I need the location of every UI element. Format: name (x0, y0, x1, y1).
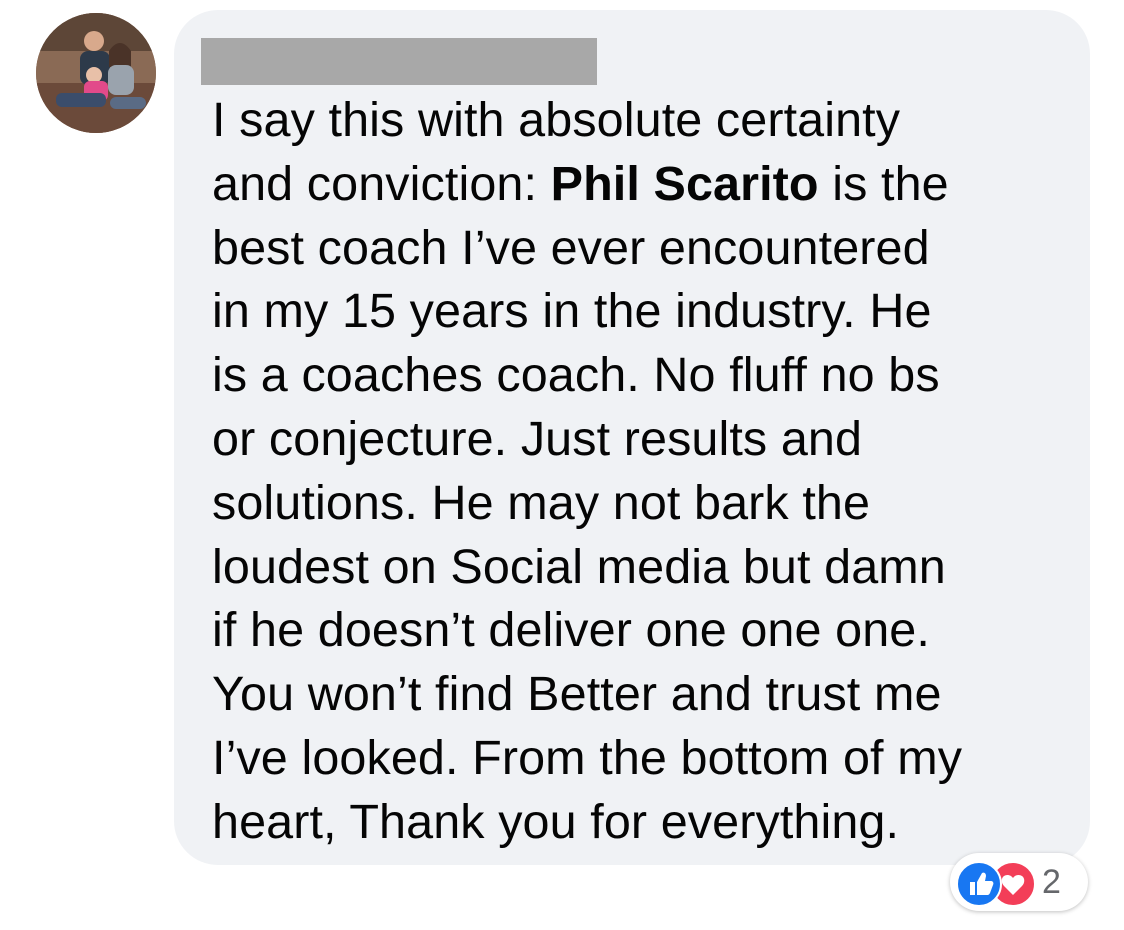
avatar-photo (36, 13, 156, 133)
comment-line: and conviction: Phil Scarito is the (212, 153, 1072, 217)
comment-line-text: if he doesn’t deliver one one one. (212, 603, 930, 658)
comment-line-text: is the (818, 156, 949, 211)
reactions-summary[interactable]: 2 (950, 853, 1088, 911)
comment-bubble: I say this with absolute certainty and co… (174, 10, 1090, 865)
comment-line-text: You won’t find Better and trust me (212, 667, 942, 722)
comment-line-text: loudest on Social media but damn (212, 539, 946, 594)
comment-line: You won’t find Better and trust me (212, 663, 1072, 727)
comment-line: solutions. He may not bark the (212, 472, 1072, 536)
reaction-count: 2 (1042, 863, 1061, 901)
mention-link[interactable]: Phil Scarito (551, 157, 819, 211)
comment-line-text: is a coaches coach. No fluff no bs (212, 348, 940, 403)
comment-line-text: best coach I’ve ever encountered (212, 220, 930, 275)
comment-line-text: or conjecture. Just results and (212, 411, 863, 466)
comment-line: I say this with absolute certainty (212, 89, 1072, 153)
comment-line: is a coaches coach. No fluff no bs (212, 344, 1072, 408)
comment-line: or conjecture. Just results and (212, 408, 1072, 472)
comment-line-text: solutions. He may not bark the (212, 475, 871, 530)
comment-line-text: I say this with absolute certainty (212, 93, 901, 147)
comment-line-text: I’ve looked. From the bottom of my (212, 730, 963, 785)
author-name-redacted[interactable] (201, 38, 597, 85)
comment-line-text: in my 15 years in the industry. He (212, 284, 932, 339)
like-icon (956, 861, 1002, 907)
comment-line: heart, Thank you for everything. (212, 791, 1072, 855)
comment-line: if he doesn’t deliver one one one. (212, 599, 1072, 663)
comment-text: I say this with absolute certainty and co… (212, 89, 1072, 855)
comment-line-text: heart, Thank you for everything. (212, 794, 900, 849)
comment-line: loudest on Social media but damn (212, 536, 1072, 600)
comment-line-text: and conviction: (212, 156, 551, 211)
comment-line: in my 15 years in the industry. He (212, 280, 1072, 344)
avatar[interactable] (36, 13, 156, 133)
comment-line: best coach I’ve ever encountered (212, 217, 1072, 281)
comment-line: I’ve looked. From the bottom of my (212, 727, 1072, 791)
